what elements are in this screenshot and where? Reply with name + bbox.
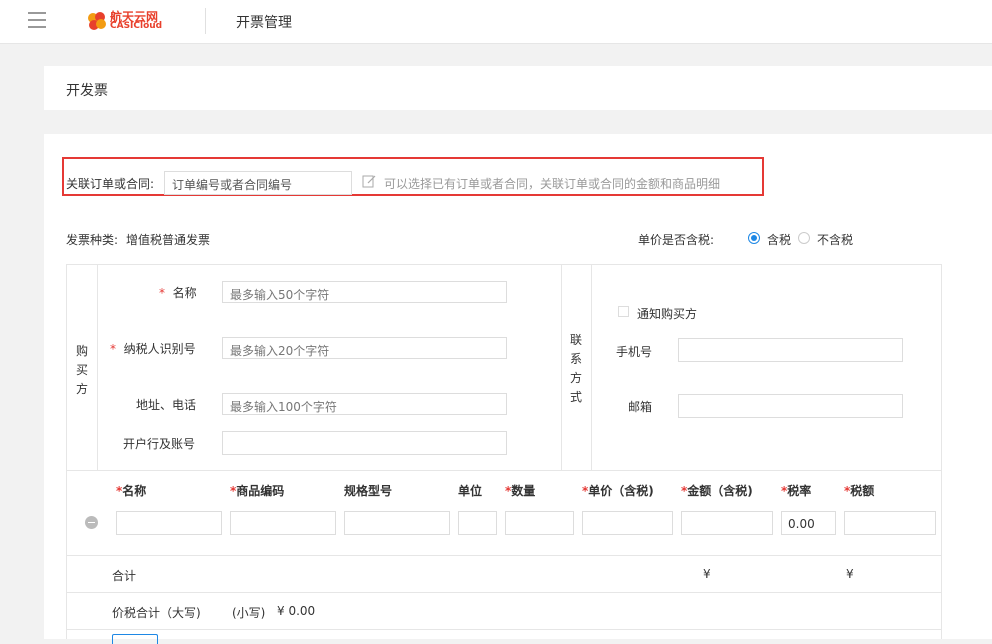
col-tax-header: *税额: [844, 484, 875, 498]
total-tax: ¥: [846, 567, 854, 581]
divider: [205, 8, 206, 34]
item-amount-input[interactable]: [681, 511, 773, 535]
add-row-button[interactable]: [112, 634, 158, 644]
radio-tax-excluded-label[interactable]: 不含税: [817, 231, 853, 248]
grand-total-small-label: (小写): [232, 606, 266, 620]
buyer-bank-label: 开户行及账号: [123, 437, 196, 451]
grand-total-label: 价税合计（大写): [112, 606, 201, 620]
buyer-address-input[interactable]: 最多输入100个字符: [222, 393, 507, 415]
phone-label: 手机号: [616, 345, 653, 359]
divider: [561, 264, 562, 470]
col-taxrate-header: *税率: [781, 484, 812, 498]
divider: [66, 592, 942, 593]
total-amount: ¥: [703, 567, 711, 581]
col-amount-header: *金额（含税): [681, 484, 753, 498]
phone-input[interactable]: [678, 338, 903, 362]
page-title: 开发票: [66, 83, 108, 99]
buyer-name-input[interactable]: 最多输入50个字符: [222, 281, 507, 303]
item-unit-input[interactable]: [458, 511, 497, 535]
logo-text-en: CASICloud: [110, 21, 163, 31]
item-taxrate-input[interactable]: 0.00: [781, 511, 836, 535]
buyer-address-label: 地址、电话: [136, 398, 197, 412]
divider: [66, 555, 942, 556]
notify-buyer-checkbox[interactable]: [618, 306, 629, 317]
col-name-header: *名称: [116, 484, 147, 498]
item-code-input[interactable]: [230, 511, 336, 535]
divider: [591, 264, 592, 470]
buyer-name-label: * 名称: [159, 286, 197, 300]
invoice-type-label: 发票种类:: [66, 233, 119, 247]
buyer-taxid-label: * 纳税人识别号: [110, 342, 196, 356]
link-order-input[interactable]: 订单编号或者合同编号: [164, 171, 352, 195]
radio-tax-included-label[interactable]: 含税: [767, 231, 791, 248]
col-unit-header: 单位: [458, 484, 483, 498]
hamburger-menu-icon[interactable]: [28, 12, 46, 28]
email-label: 邮箱: [628, 400, 653, 414]
link-order-hint: 可以选择已有订单或者合同，关联订单或合同的金额和商品明细: [384, 177, 721, 191]
link-order-label: 关联订单或合同:: [66, 177, 155, 191]
total-label: 合计: [112, 569, 137, 583]
item-name-input[interactable]: [116, 511, 222, 535]
tax-included-label: 单价是否含税:: [638, 233, 715, 247]
logo[interactable]: 航天云网 CASICloud: [86, 8, 180, 34]
remove-row-icon[interactable]: [85, 516, 98, 529]
item-spec-input[interactable]: [344, 511, 450, 535]
contact-section-label: 联系方式: [569, 333, 582, 404]
col-code-header: *商品编码: [230, 484, 285, 498]
col-price-header: *单价（含税): [582, 484, 654, 498]
page-title-panel: 开发票: [44, 66, 992, 110]
item-tax-input[interactable]: [844, 511, 936, 535]
divider: [97, 264, 98, 470]
radio-tax-excluded[interactable]: [798, 232, 810, 244]
col-quantity-header: *数量: [505, 484, 536, 498]
edit-icon[interactable]: [362, 174, 376, 188]
invoice-type-value: 增值税普通发票: [126, 233, 211, 247]
app-title: 开票管理: [236, 15, 292, 31]
buyer-bank-input[interactable]: [222, 431, 507, 455]
buyer-taxid-input[interactable]: 最多输入20个字符: [222, 337, 507, 359]
item-price-input[interactable]: [582, 511, 673, 535]
notify-buyer-label[interactable]: 通知购买方: [637, 305, 697, 322]
cloud-logo-icon: [88, 12, 106, 30]
col-spec-header: 规格型号: [344, 484, 393, 498]
item-quantity-input[interactable]: [505, 511, 574, 535]
email-input[interactable]: [678, 394, 903, 418]
radio-tax-included[interactable]: [748, 232, 760, 244]
grand-total-small-value: ¥ 0.00: [277, 604, 316, 618]
divider: [66, 629, 942, 630]
divider: [66, 470, 942, 471]
top-bar: 航天云网 CASICloud 开票管理: [0, 0, 992, 44]
buyer-section-label: 购买方: [75, 344, 88, 396]
